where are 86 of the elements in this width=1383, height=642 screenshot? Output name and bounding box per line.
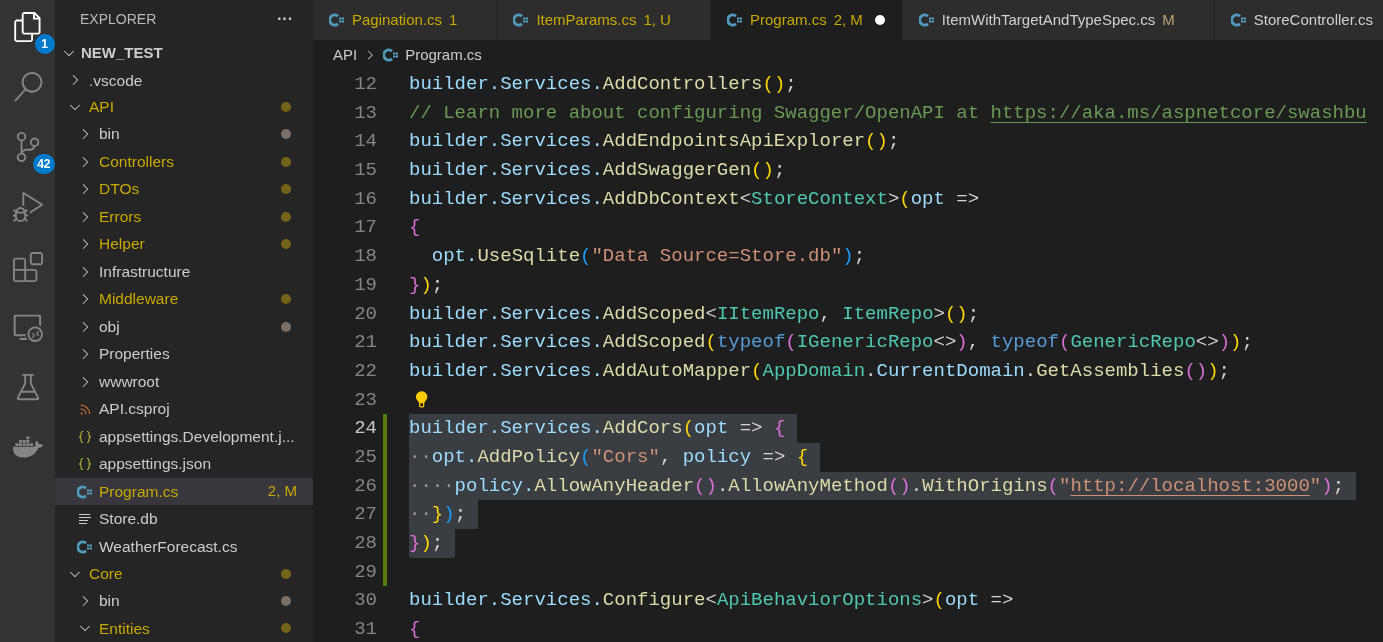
code-line: builder.Services.AddScoped(typeof(IGenericRepo<>), typeof(GenericRepo<>)); — [409, 330, 1254, 356]
file-item[interactable]: API.csproj — [55, 395, 313, 423]
file-item[interactable]: Store.db — [55, 505, 313, 533]
code-line: }); — [409, 272, 445, 298]
bug-play-icon[interactable] — [12, 192, 43, 222]
folder-item[interactable]: DTOs — [55, 175, 313, 203]
line-number: 20 — [353, 301, 377, 327]
line-number: 21 — [353, 330, 377, 356]
tab-status-label: 1, U — [643, 9, 671, 30]
csharp-icon — [513, 13, 530, 27]
code-line: builder.Services.AddDbContext<StoreContext>(opt => — [409, 186, 981, 212]
code-line: { — [409, 215, 422, 241]
search-icon[interactable] — [12, 72, 43, 102]
code-line: builder.Services.AddScoped<IItemRepo, ItemRepo>(); — [409, 301, 981, 327]
files-icon[interactable] — [12, 12, 43, 42]
editor-tab[interactable]: Program.cs 2, M — [710, 0, 903, 40]
more-actions[interactable]: ··· — [277, 7, 293, 32]
code-line: { — [409, 617, 422, 642]
braces-icon — [77, 456, 93, 473]
braces-icon — [77, 428, 93, 445]
file-item[interactable]: Program.cs 2, M — [55, 477, 313, 506]
folder-item[interactable]: Entities — [55, 614, 313, 642]
blocks-icon[interactable] — [12, 252, 43, 282]
csharp-icon — [77, 539, 93, 554]
line-number: 23 — [353, 387, 377, 413]
folder-item[interactable]: bin — [55, 587, 313, 615]
line-number: 24 — [353, 416, 377, 442]
csharp-icon — [726, 13, 743, 27]
line-number: 14 — [353, 129, 377, 155]
code-line: builder.Services.AddSwaggerGen(); — [409, 158, 787, 184]
tab-status-label: M — [1162, 9, 1175, 30]
line-number: 19 — [353, 272, 377, 298]
folder-item[interactable]: Helper — [55, 230, 313, 258]
git-status-label: 2, M — [267, 481, 297, 502]
line-number: 22 — [353, 358, 377, 384]
code-line: builder.Services.AddEndpointsApiExplorer(); — [409, 129, 901, 155]
line-number: 25 — [353, 444, 377, 470]
line-number: 29 — [353, 559, 377, 585]
folder-item[interactable]: Middleware — [55, 285, 313, 313]
folder-item[interactable]: Core — [55, 560, 313, 587]
line-number: 18 — [353, 244, 377, 270]
editor-tab[interactable]: ItemParams.cs 1, U — [497, 0, 711, 40]
code-line: // Learn more about configuring Swagger/OpenAPI at https://aka.ms/aspnetcore/swashbu — [409, 100, 1368, 126]
editor-tab[interactable]: Pagination.cs 1 — [313, 0, 498, 40]
folder-item[interactable]: Properties — [55, 340, 313, 368]
folder-item[interactable]: .vscode — [55, 66, 313, 94]
csharp-icon — [329, 13, 345, 27]
csharp-icon — [77, 484, 93, 499]
file-item[interactable]: appsettings.Development.j... — [55, 422, 313, 451]
editor-tab[interactable]: ItemWithTargetAndTypeSpec.cs M — [902, 0, 1215, 40]
folder-item[interactable]: API — [55, 93, 313, 121]
folder-item[interactable]: obj — [55, 312, 313, 341]
folder-item[interactable]: Errors — [55, 202, 313, 231]
line-number: 15 — [353, 158, 377, 184]
folder-item[interactable]: Controllers — [55, 147, 313, 176]
line-number: 13 — [353, 100, 377, 126]
tab-status-label: 2, M — [833, 9, 863, 30]
folder-item[interactable]: bin — [55, 120, 313, 148]
count-badge: 1 — [34, 34, 55, 54]
code-line: builder.Services.AddAutoMapper(AppDomain.CurrentDomain.GetAssemblies()); — [409, 358, 1231, 384]
folder-item[interactable]: wwwroot — [55, 367, 313, 396]
line-number: 26 — [353, 473, 377, 499]
folder-item[interactable]: Infrastructure — [55, 257, 313, 286]
code-line: builder.Services.AddControllers(); — [409, 72, 798, 97]
csharp-icon — [918, 13, 935, 27]
breadcrumb-item[interactable]: API — [333, 43, 358, 67]
line-number: 28 — [353, 531, 377, 556]
breadcrumb-item[interactable]: Program.cs — [383, 43, 482, 67]
csharp-icon — [383, 48, 400, 62]
file-item[interactable]: appsettings.json — [55, 450, 313, 478]
line-number: 31 — [353, 617, 377, 642]
count-badge: 42 — [33, 154, 55, 174]
monitor-icon[interactable] — [12, 312, 43, 342]
csharp-icon — [1230, 13, 1247, 27]
line-number: 12 — [353, 72, 377, 97]
line-number: 27 — [353, 502, 377, 528]
line-number: 30 — [353, 588, 377, 614]
code-line: opt.UseSqlite("Data Source=Store.db"); — [430, 244, 867, 270]
line-number: 16 — [353, 186, 377, 212]
file-item[interactable]: WeatherForecast.cs — [55, 532, 313, 561]
panel-title: EXPLORER — [80, 9, 157, 29]
line-number: 17 — [353, 215, 377, 241]
code-line: builder.Services.Configure<ApiBehaviorOptions>(opt => — [409, 588, 1015, 614]
workspace-header[interactable]: NEW_TEST — [55, 38, 313, 67]
tab-status-label: 1 — [449, 9, 458, 30]
editor-tab[interactable]: StoreController.cs — [1214, 0, 1383, 40]
